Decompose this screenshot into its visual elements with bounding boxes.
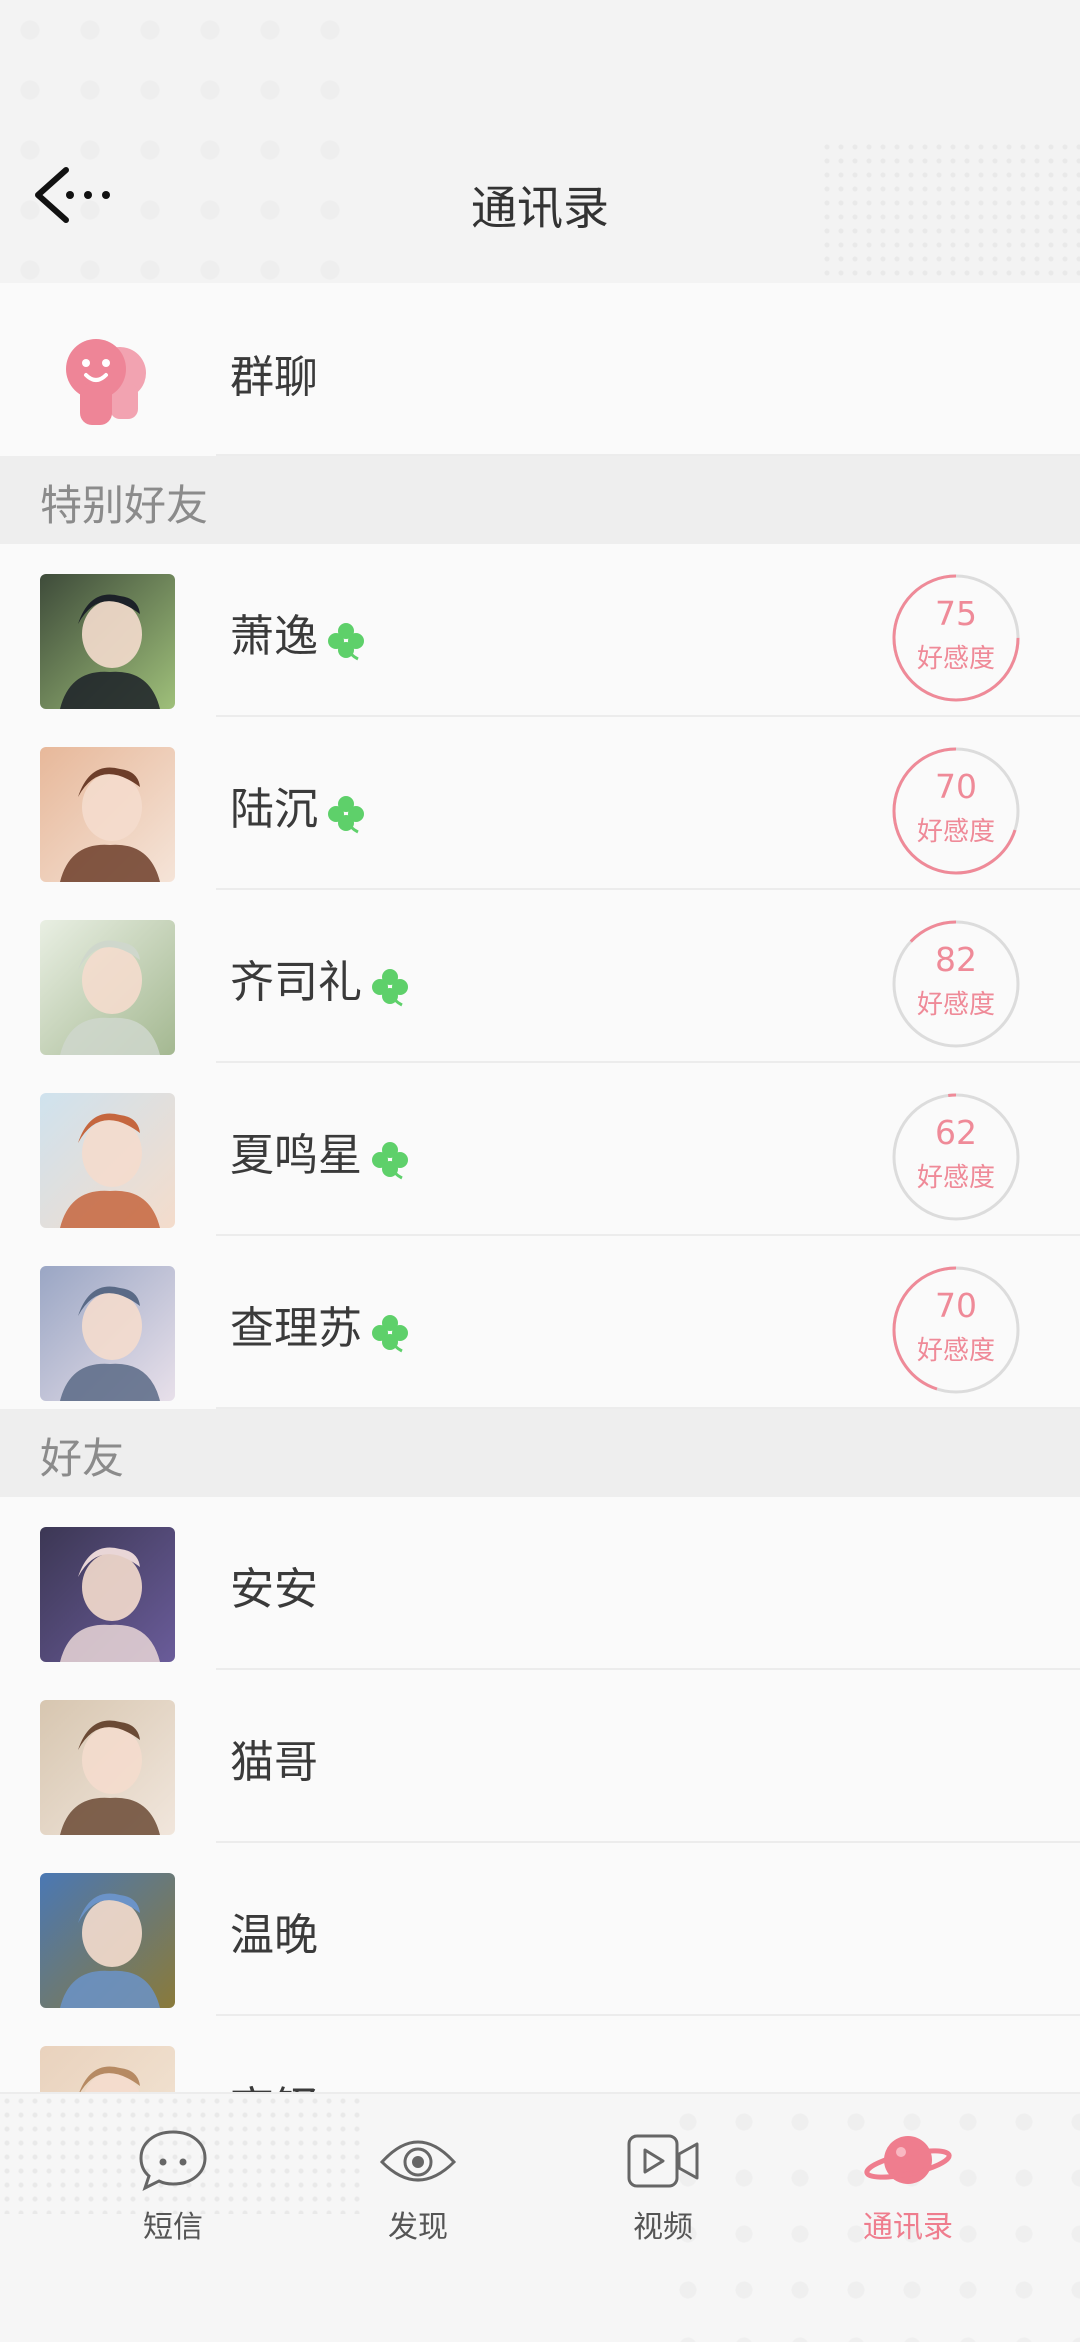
friend-row[interactable]: 安安 (0, 1497, 1080, 1670)
avatar (40, 1700, 175, 1835)
group-chat-icon (66, 339, 146, 425)
affinity-value: 82 (935, 940, 977, 979)
nav-tab-video[interactable]: 视频 (588, 2126, 738, 2276)
nav-label: 视频 (633, 2210, 693, 2245)
avatar (40, 574, 175, 709)
contact-name-text: 查理苏 (230, 1303, 362, 1354)
affinity-meter: 62 好感度 (890, 1091, 1022, 1223)
affinity-meter: 70 好感度 (890, 745, 1022, 877)
nav-tab-discover[interactable]: 发现 (343, 2126, 493, 2276)
planet-icon (864, 2136, 952, 2184)
special-friends-list: 萧逸 75 好感度 陆沉 70 好感度 齐司礼 82 好感度 夏鸣星 62 好感… (0, 544, 1080, 1409)
contact-name-text: 萧逸 (230, 611, 318, 662)
group-chat-row[interactable]: 群聊 (0, 283, 1080, 456)
affinity-meter: 75 好感度 (890, 572, 1022, 704)
section-title: 好友 (40, 1434, 125, 1483)
group-chat-label: 群聊 (230, 352, 318, 403)
special-friend-row[interactable]: 查理苏 70 好感度 (0, 1236, 1080, 1409)
affinity-meter: 82 好感度 (890, 918, 1022, 1050)
special-friend-row[interactable]: 夏鸣星 62 好感度 (0, 1063, 1080, 1236)
bottom-nav: 短信 发现 视频 通讯录 (0, 2092, 1080, 2342)
affinity-meter: 70 好感度 (890, 1264, 1022, 1396)
contact-name: 猫哥 (230, 1737, 318, 1788)
section-title: 特别好友 (40, 481, 209, 530)
affinity-label: 好感度 (916, 990, 995, 1020)
eye-icon (379, 2140, 457, 2182)
avatar (40, 920, 175, 1055)
clover-icon (372, 969, 408, 1007)
section-header-special: 特别好友 (0, 456, 1080, 544)
contact-name-text: 陆沉 (230, 784, 318, 835)
nav-tab-contacts[interactable]: 通讯录 (833, 2126, 983, 2276)
nav-tab-messages[interactable]: 短信 (98, 2126, 248, 2276)
clover-icon (372, 1142, 408, 1180)
contact-name: 温晚 (230, 1910, 318, 1961)
avatar (40, 1873, 175, 2008)
clover-icon (328, 796, 364, 834)
affinity-value: 70 (935, 767, 977, 806)
avatar (40, 747, 175, 882)
avatar (40, 1266, 175, 1401)
header-decor-dots (0, 0, 380, 283)
avatar (40, 1527, 175, 1662)
contact-name-text: 夏鸣星 (230, 1130, 362, 1181)
contact-name: 安安 (230, 1564, 318, 1615)
affinity-value: 70 (935, 1286, 977, 1325)
affinity-value: 62 (935, 1113, 977, 1152)
friend-row[interactable]: 猫哥 (0, 1670, 1080, 1843)
clover-icon (372, 1315, 408, 1353)
contact-list: 群聊 特别好友 萧逸 75 好感度 陆沉 70 好感度 齐司礼 82 好感度 夏… (0, 283, 1080, 2189)
nav-label: 短信 (143, 2210, 203, 2245)
nav-label: 通讯录 (863, 2210, 953, 2245)
contact-name: 萧逸 (230, 600, 368, 664)
affinity-label: 好感度 (916, 644, 995, 674)
affinity-value: 75 (935, 594, 977, 633)
video-camera-icon (627, 2134, 699, 2188)
friend-row[interactable]: 温晚 (0, 1843, 1080, 2016)
affinity-label: 好感度 (916, 1336, 995, 1366)
clover-icon (328, 623, 364, 661)
contact-name-text: 齐司礼 (230, 957, 362, 1008)
special-friend-row[interactable]: 萧逸 75 好感度 (0, 544, 1080, 717)
special-friend-row[interactable]: 齐司礼 82 好感度 (0, 890, 1080, 1063)
contact-name: 齐司礼 (230, 946, 412, 1010)
message-bubble-icon (139, 2130, 207, 2191)
special-friend-row[interactable]: 陆沉 70 好感度 (0, 717, 1080, 890)
nav-label: 发现 (388, 2210, 448, 2245)
avatar (40, 1093, 175, 1228)
contact-name: 陆沉 (230, 773, 368, 837)
header: 通讯录 (0, 0, 1080, 283)
friends-list: 安安 猫哥 温晚 高铎 (0, 1497, 1080, 2189)
page-title: 通讯录 (471, 181, 609, 235)
section-header-friends: 好友 (0, 1409, 1080, 1497)
affinity-label: 好感度 (916, 1163, 995, 1193)
contact-name: 夏鸣星 (230, 1119, 412, 1183)
contact-name: 查理苏 (230, 1292, 412, 1356)
affinity-label: 好感度 (916, 817, 995, 847)
